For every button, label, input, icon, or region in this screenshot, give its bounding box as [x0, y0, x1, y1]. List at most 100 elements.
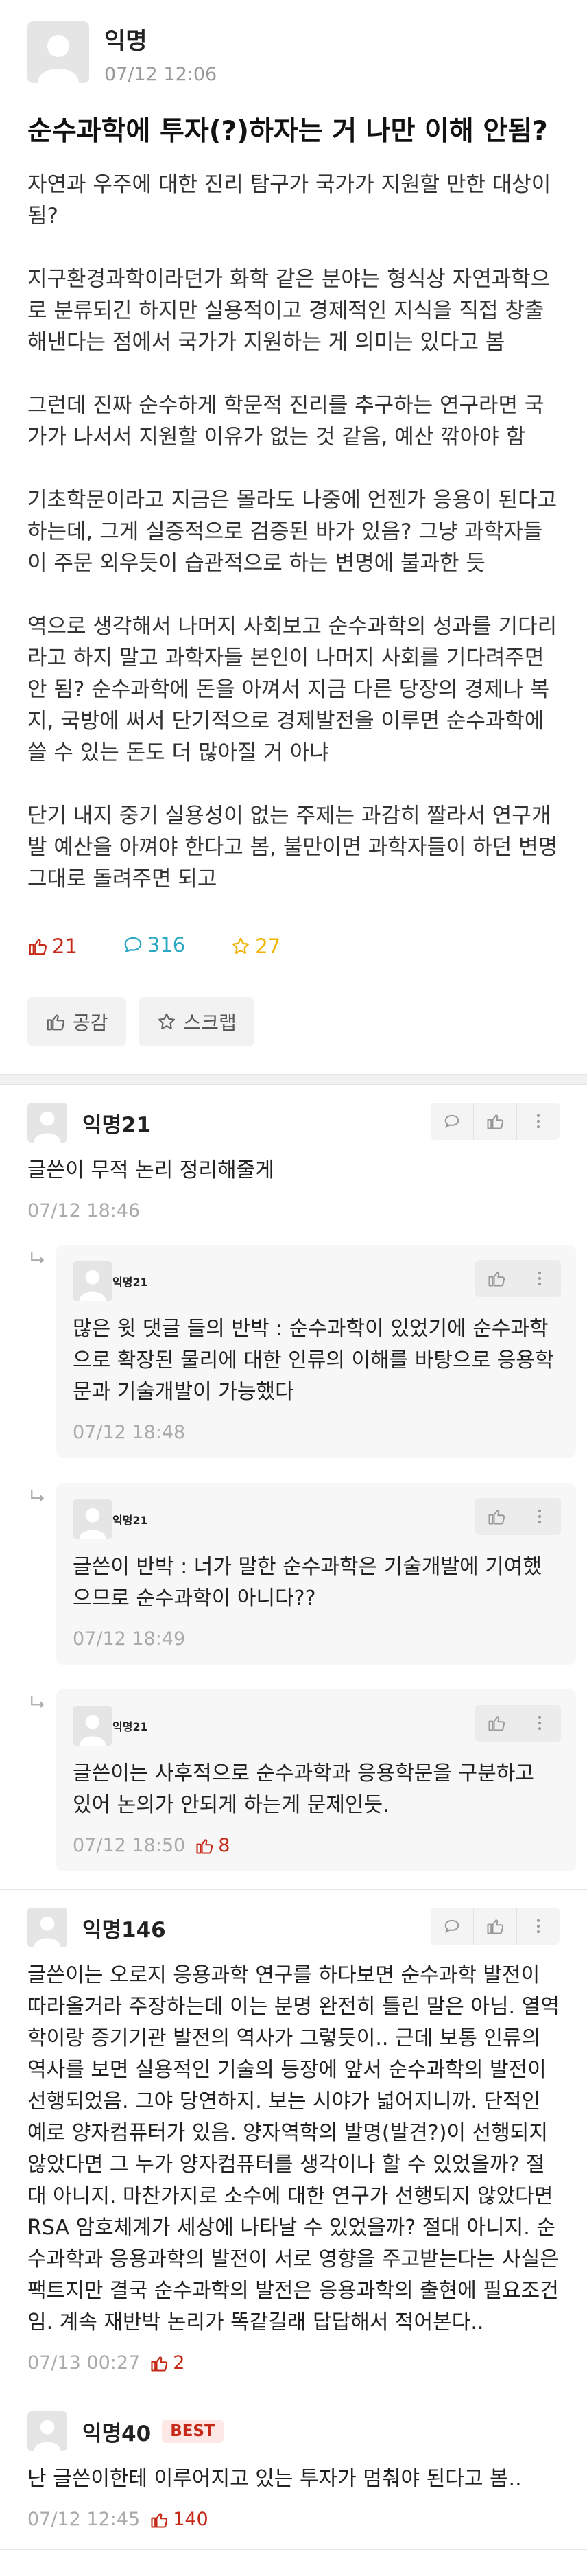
user-icon: [38, 35, 79, 83]
reply-arrow-icon: [31, 1251, 45, 1263]
reply-like-button[interactable]: [475, 1705, 518, 1742]
reply-time: 07/12 18:48: [73, 1422, 186, 1443]
post-paragraph: 그런데 진짜 순수하게 학문적 진리를 추구하는 연구라면 국가가 나서서 지원…: [27, 393, 544, 449]
reply-author: 익명21: [112, 1720, 148, 1733]
more-button[interactable]: [518, 1260, 561, 1297]
like-count-value: 21: [52, 934, 77, 958]
reply-like-button[interactable]: [475, 1498, 518, 1535]
comment-like-button[interactable]: [474, 1103, 517, 1140]
comment-like-value: 140: [173, 2509, 208, 2530]
comment-count: 316: [95, 915, 213, 976]
post-paragraph: 기초학문이라고 지금은 몰라도 나중에 언젠가 응용이 된다고 하는데, 그게 …: [27, 488, 558, 576]
comment-author: 익명146: [82, 1917, 166, 1943]
user-icon: [34, 1916, 61, 1947]
reply: 익명21 많은 윗 댓글 들의 반박 : 순수과학이 있었기에 순수과학으로 확…: [56, 1245, 576, 1458]
comment-count-value: 316: [147, 933, 186, 957]
reply-author: 익명21: [112, 1276, 148, 1289]
speech-bubble-icon: [444, 1919, 459, 1934]
comment: 익명21 글쓴이 무적 논리 정리해줄게 07/12 18:46: [0, 1085, 587, 1227]
more-vertical-icon: [536, 1919, 540, 1934]
user-icon: [79, 1714, 106, 1746]
comment: 익명40 BEST 난 글쓴이한테 이루어지고 있는 투자가 멈춰야 된다고 봄…: [0, 2393, 587, 2550]
like-count: 21: [27, 935, 77, 958]
comment-toolbar: [431, 1103, 560, 1140]
post-paragraph: 단기 내지 중기 실용성이 없는 주제는 과감히 짤라서 연구개발 예산을 아껴…: [27, 804, 558, 891]
reply-like-value: 8: [218, 1835, 230, 1856]
reply-author: 익명21: [112, 1514, 148, 1527]
comment-toolbar: [431, 1908, 560, 1945]
more-button[interactable]: [517, 1908, 560, 1945]
reply-arrow-icon: [31, 1696, 45, 1708]
post-actions: 공감 스크랩: [27, 997, 560, 1046]
avatar: [73, 1499, 112, 1539]
comment-like-count: 2: [149, 2352, 184, 2374]
more-button[interactable]: [517, 1103, 560, 1140]
post-stats: 21 316 27: [27, 915, 560, 976]
reply-toolbar: [475, 1705, 561, 1742]
comment-author: 익명40: [82, 2421, 152, 2446]
avatar: [27, 1908, 67, 1947]
reply-like-button[interactable]: [475, 1260, 518, 1297]
reply: 익명21 글쓴이 반박 : 너가 말한 순수과학은 기술개발에 기여했으므로 순…: [56, 1483, 576, 1665]
scrap-button-label: 스크랩: [183, 1011, 237, 1034]
post-paragraph: 자연과 우주에 대한 진리 탐구가 국가가 지원할 만한 대상이 됨?: [27, 172, 551, 229]
like-button[interactable]: 공감: [27, 997, 126, 1046]
reply-button[interactable]: [431, 1103, 474, 1140]
comment-time: 07/13 00:27: [27, 2352, 141, 2374]
reply-time: 07/12 18:50: [73, 1835, 186, 1856]
avatar: [27, 21, 89, 83]
section-divider: [0, 1074, 587, 1085]
more-button[interactable]: [518, 1705, 561, 1742]
thumbs-up-icon: [488, 1510, 505, 1525]
reply-item: 익명21 글쓴이 반박 : 너가 말한 순수과학은 기술개발에 기여했으므로 순…: [0, 1465, 587, 1672]
speech-bubble-icon: [124, 937, 142, 953]
thumbs-up-icon: [488, 1272, 505, 1287]
star-icon: [232, 937, 250, 954]
post-title: 순수과학에 투자(?)하자는 거 나만 이해 안됨?: [27, 116, 548, 147]
thumbs-up-icon: [151, 2512, 168, 2528]
reply-button[interactable]: [431, 1908, 474, 1945]
thumbs-up-icon: [488, 1716, 505, 1731]
reply-item: 익명21 글쓴이는 사후적으로 순수과학과 응용학문을 구분하고 있어 논의가 …: [0, 1672, 587, 1878]
reply-like-count: 8: [195, 1835, 230, 1856]
scrap-button[interactable]: 스크랩: [138, 997, 254, 1046]
best-badge: BEST: [162, 2420, 224, 2443]
reply-text: 많은 윗 댓글 들의 반박 : 순수과학이 있었기에 순수과학으로 확장된 물리…: [73, 1317, 554, 1404]
reply-arrow-icon: [31, 1489, 45, 1501]
reply-text: 글쓴이 반박 : 너가 말한 순수과학은 기술개발에 기여했으므로 순수과학이 …: [73, 1555, 542, 1611]
comment-like-button[interactable]: [474, 1908, 517, 1945]
reply-list: 익명21 많은 윗 댓글 들의 반박 : 순수과학이 있었기에 순수과학으로 확…: [0, 1227, 587, 1890]
reply: 익명21 글쓴이는 사후적으로 순수과학과 응용학문을 구분하고 있어 논의가 …: [56, 1689, 576, 1871]
thumbs-up-icon: [29, 939, 47, 955]
avatar: [27, 1103, 67, 1143]
comment-text: 글쓴이는 오로지 응용과학 연구를 하다보면 순수과학 발전이 따라올거라 주장…: [27, 1963, 560, 2334]
user-icon: [34, 2420, 61, 2451]
post-author-row: 익명 07/12 12:06: [27, 19, 560, 85]
post-author: 익명: [104, 27, 147, 55]
thumbs-up-icon: [196, 1838, 213, 1854]
like-button-label: 공감: [73, 1011, 108, 1034]
comment: 익명146 글쓴이는 오로지 응용과학 연구를 하다보면 순수과학 발전이 따라…: [0, 1890, 587, 2393]
more-vertical-icon: [536, 1114, 540, 1129]
user-icon: [34, 1111, 61, 1143]
comment-time: 07/12 12:45: [27, 2509, 141, 2530]
scrap-count: 27: [230, 935, 280, 958]
more-vertical-icon: [538, 1716, 542, 1731]
comment-text: 글쓴이 무적 논리 정리해줄게: [27, 1158, 274, 1182]
comment-time: 07/12 18:46: [27, 1200, 141, 1221]
speech-bubble-icon: [444, 1114, 459, 1129]
reply-time: 07/12 18:49: [73, 1628, 186, 1650]
scrap-count-value: 27: [255, 934, 281, 958]
thumbs-up-icon: [151, 2356, 168, 2372]
reply-item: 익명21 많은 윗 댓글 들의 반박 : 순수과학이 있었기에 순수과학으로 확…: [0, 1227, 587, 1465]
comment-author: 익명21: [82, 1112, 152, 1138]
thumbs-up-icon: [487, 1114, 504, 1129]
post-time: 07/12 12:06: [104, 64, 217, 85]
star-icon: [158, 1013, 175, 1029]
user-icon: [79, 1269, 106, 1301]
avatar: [73, 1706, 112, 1746]
more-button[interactable]: [518, 1498, 561, 1535]
avatar: [73, 1261, 112, 1301]
comment-like-count: 140: [149, 2509, 208, 2530]
reply-toolbar: [475, 1260, 561, 1297]
